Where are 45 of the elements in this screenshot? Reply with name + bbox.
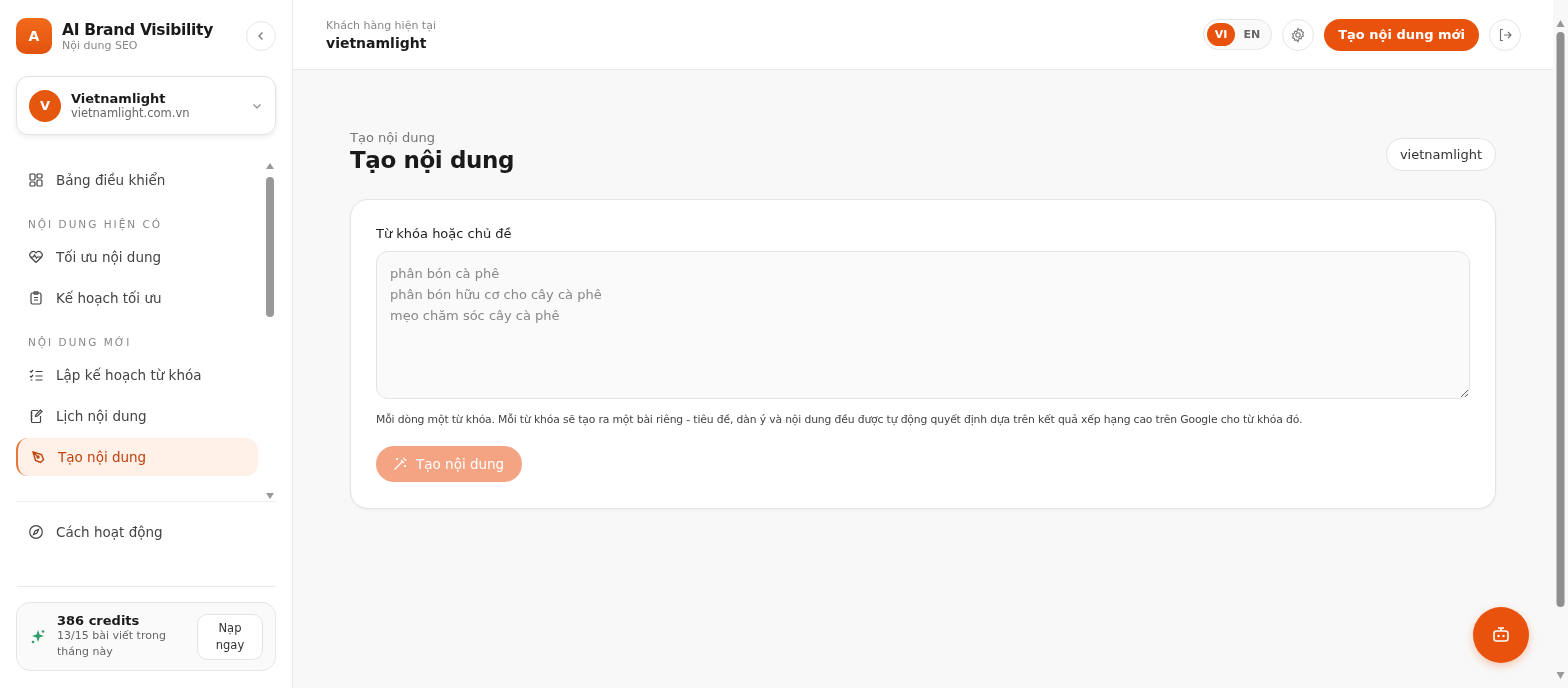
- app-subtitle: Nội dung SEO: [62, 38, 139, 52]
- settings-button[interactable]: [1282, 18, 1315, 51]
- top-up-button[interactable]: Nạp ngay: [197, 613, 263, 660]
- current-client-name: vietnamlight: [326, 34, 428, 51]
- nav-item[interactable]: Tối ưu nội dung: [16, 238, 258, 276]
- scrollbar-drawing[interactable]: [264, 161, 276, 501]
- sparkles-icon: [29, 627, 47, 646]
- nav-item[interactable]: Bảng điều khiển: [16, 161, 258, 199]
- field-label: Từ khóa hoặc chủ đề: [376, 226, 513, 241]
- nav-item[interactable]: Tạo nội dung: [16, 438, 258, 476]
- nav-item[interactable]: Lập kế hoạch từ khóa: [16, 356, 258, 394]
- compass-icon: [28, 524, 44, 540]
- client-picker[interactable]: V Vietnamlight vietnamlight.com.vn: [16, 76, 276, 135]
- settings-icon: [1290, 26, 1307, 43]
- chatbot-button[interactable]: [1473, 607, 1529, 663]
- notebook-pen-icon: [28, 408, 44, 424]
- section-heading: NỘI DUNG MỚI: [27, 335, 133, 350]
- language-option[interactable]: VI: [1206, 23, 1236, 46]
- field-hint: Mỗi dòng một từ khóa. Mỗi từ khóa sẽ tạo ra một bài riêng - tiêu đề, dàn ý và nội dung đều được tự động quyết định dựa trên kết quả xếp hạng cao trên Google cho từ khóa đó.: [376, 413, 1304, 426]
- new-content-button[interactable]: Tạo nội dung mới: [1324, 18, 1479, 51]
- credits-usage: 13/15 bài viết trong tháng này: [57, 628, 167, 660]
- clipboard-icon: [28, 290, 44, 306]
- current-client-label: Khách hàng hiện tại: [326, 18, 436, 32]
- app-name: AI Brand Visibility: [62, 20, 215, 39]
- client-chip: vietnamlight: [1385, 138, 1496, 171]
- client-name: Vietnamlight: [71, 91, 167, 106]
- logout-button[interactable]: [1489, 18, 1521, 51]
- heart-pulse-icon: [28, 249, 44, 265]
- nav-item[interactable]: Kế hoạch tối ưu: [16, 279, 258, 317]
- checklist-icon: [28, 367, 44, 383]
- page-title: Tạo nội dung: [350, 147, 514, 173]
- nav-item[interactable]: Lịch nội dung: [16, 397, 258, 435]
- breadcrumb: Tạo nội dung: [350, 130, 436, 145]
- credits-amount: 386 credits: [57, 613, 141, 629]
- client-domain: vietnamlight.com.vn: [71, 106, 191, 120]
- keywords-field[interactable]: phân bón cà phê phân bón hữu cơ cho cây cà phê mẹo chăm sóc cây cà phê: [376, 251, 1470, 399]
- pen-tool-icon: [30, 449, 46, 465]
- logo-badge: A: [16, 18, 52, 54]
- client-avatar: V: [29, 89, 61, 122]
- section-heading: NỘI DUNG HIỆN CÓ: [27, 217, 164, 233]
- grid-icon: [28, 172, 44, 188]
- magic-wand-icon: [392, 456, 408, 472]
- logout-icon: [1497, 26, 1513, 43]
- language-option[interactable]: EN: [1235, 23, 1269, 46]
- nav-item[interactable]: Cách hoạt động: [16, 513, 276, 551]
